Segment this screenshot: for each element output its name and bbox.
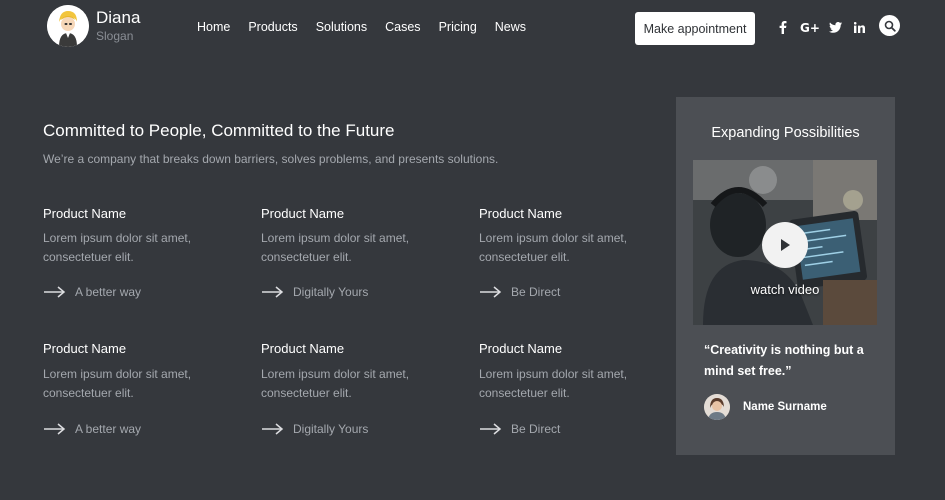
product-link[interactable]: Digitally Yours xyxy=(261,285,461,299)
brand-slogan: Slogan xyxy=(96,29,134,43)
video-thumbnail[interactable]: watch video xyxy=(693,160,877,325)
product-description: Lorem ipsum dolor sit amet, consectetuer … xyxy=(43,367,192,400)
product-card: Product Name Lorem ipsum dolor sit amet,… xyxy=(43,206,243,299)
social-links: G+ xyxy=(775,19,875,35)
product-link-label: Be Direct xyxy=(511,285,561,299)
product-description: Lorem ipsum dolor sit amet, consectetuer … xyxy=(479,231,628,264)
search-button[interactable] xyxy=(879,15,900,36)
product-link-label: Be Direct xyxy=(511,422,561,436)
product-link-label: A better way xyxy=(75,285,142,299)
facebook-icon[interactable] xyxy=(775,19,791,35)
product-name: Product Name xyxy=(261,206,345,221)
nav-products[interactable]: Products xyxy=(248,20,297,34)
product-card: Product Name Lorem ipsum dolor sit amet,… xyxy=(261,341,461,436)
page-title: Committed to People, Committed to the Fu… xyxy=(43,121,395,140)
product-description: Lorem ipsum dolor sit amet, consectetuer … xyxy=(43,231,192,264)
search-icon xyxy=(884,20,896,32)
logo-avatar-icon xyxy=(47,5,89,47)
arrow-right-icon xyxy=(44,286,66,298)
play-icon xyxy=(781,239,790,251)
google-plus-icon[interactable]: G+ xyxy=(799,19,819,35)
arrow-right-icon xyxy=(262,423,284,435)
nav-pricing[interactable]: Pricing xyxy=(439,20,477,34)
page-subtitle: We’re a company that breaks down barrier… xyxy=(43,152,499,166)
product-description: Lorem ipsum dolor sit amet, consectetuer … xyxy=(479,367,628,400)
product-link[interactable]: Digitally Yours xyxy=(261,422,461,436)
product-link-label: Digitally Yours xyxy=(293,422,369,436)
make-appointment-button[interactable]: Make appointment xyxy=(635,12,755,45)
author-name: Name Surname xyxy=(743,401,827,413)
linkedin-icon[interactable] xyxy=(851,19,867,35)
nav-solutions[interactable]: Solutions xyxy=(316,20,367,34)
nav-home[interactable]: Home xyxy=(197,20,230,34)
watch-video-label: watch video xyxy=(750,282,820,297)
product-name: Product Name xyxy=(261,341,345,356)
nav-news[interactable]: News xyxy=(495,20,526,34)
product-link[interactable]: A better way xyxy=(43,285,243,299)
product-card: Product Name Lorem ipsum dolor sit amet,… xyxy=(479,206,679,299)
arrow-right-icon xyxy=(480,423,502,435)
product-description: Lorem ipsum dolor sit amet, consectetuer … xyxy=(261,231,410,264)
product-link[interactable]: Be Direct xyxy=(479,285,679,299)
avatar xyxy=(704,394,730,420)
card-title: Expanding Possibilities xyxy=(711,125,860,141)
svg-text:G+: G+ xyxy=(800,21,819,33)
product-name: Product Name xyxy=(479,341,563,356)
product-link[interactable]: Be Direct xyxy=(479,422,679,436)
product-description: Lorem ipsum dolor sit amet, consectetuer … xyxy=(261,367,410,400)
play-button[interactable] xyxy=(762,222,808,268)
product-link-label: Digitally Yours xyxy=(293,285,369,299)
arrow-right-icon xyxy=(262,286,284,298)
product-name: Product Name xyxy=(479,206,563,221)
product-card: Product Name Lorem ipsum dolor sit amet,… xyxy=(261,206,461,299)
brand-name: Diana xyxy=(96,8,141,27)
main-nav: Home Products Solutions Cases Pricing Ne… xyxy=(197,20,544,34)
product-name: Product Name xyxy=(43,341,127,356)
testimonial-author: Name Surname xyxy=(704,394,827,420)
arrow-right-icon xyxy=(480,286,502,298)
product-link-label: A better way xyxy=(75,422,142,436)
site-header: Diana Slogan Home Products Solutions Cas… xyxy=(0,0,945,56)
product-card: Product Name Lorem ipsum dolor sit amet,… xyxy=(43,341,243,436)
side-card: Expanding Possibilities watch video “Cre… xyxy=(676,97,895,455)
twitter-icon[interactable] xyxy=(827,19,843,35)
product-name: Product Name xyxy=(43,206,127,221)
logo[interactable]: Diana Slogan xyxy=(47,5,140,47)
testimonial-quote: “Creativity is nothing but a mind set fr… xyxy=(704,343,864,378)
arrow-right-icon xyxy=(44,423,66,435)
product-card: Product Name Lorem ipsum dolor sit amet,… xyxy=(479,341,679,436)
nav-cases[interactable]: Cases xyxy=(385,20,420,34)
product-link[interactable]: A better way xyxy=(43,422,243,436)
